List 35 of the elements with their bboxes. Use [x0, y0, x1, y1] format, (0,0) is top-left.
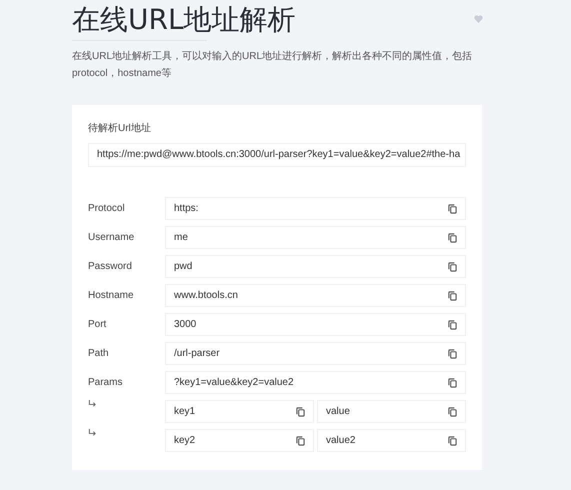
page-title: 在线URL地址解析	[72, 2, 296, 38]
field-label: Password	[88, 261, 133, 272]
value-field[interactable]: value2	[317, 429, 466, 452]
url-input-field[interactable]: https://me:pwd@www.btools.cn:3000/url-parser?key1=value&key2=value2#the-ha	[88, 143, 466, 167]
key-field[interactable]: key1	[165, 400, 314, 423]
value-field[interactable]: https:	[165, 197, 466, 220]
value-field[interactable]: /url-parser	[165, 342, 466, 365]
value-field[interactable]: www.btools.cn	[165, 284, 466, 307]
value-field[interactable]: 3000	[165, 313, 466, 336]
copy-icon[interactable]	[448, 348, 457, 358]
value-field[interactable]: pwd	[165, 255, 466, 278]
field-label: Username	[88, 232, 136, 243]
copy-icon[interactable]	[296, 436, 305, 446]
copy-icon[interactable]	[448, 436, 457, 446]
value-field[interactable]: me	[165, 226, 466, 249]
sub-arrow-icon	[88, 400, 97, 408]
field-label: Port	[88, 319, 108, 330]
key-field[interactable]: key2	[165, 429, 314, 452]
copy-icon[interactable]	[296, 406, 305, 416]
field-label: Path	[88, 348, 110, 359]
field-label: Params	[88, 377, 124, 388]
field-label: Hostname	[88, 290, 135, 301]
value-field[interactable]: ?key1=value&key2=value2	[165, 371, 466, 394]
value-field[interactable]: value	[317, 400, 466, 423]
copy-icon[interactable]	[448, 406, 457, 416]
field-label: Protocol	[88, 203, 126, 214]
copy-icon[interactable]	[448, 262, 457, 272]
field-label: 待解析Url地址	[88, 122, 152, 135]
copy-icon[interactable]	[448, 232, 457, 242]
copy-icon[interactable]	[448, 320, 457, 330]
description: 在线URL地址解析工具，可以对输入的URL地址进行解析，解析出各种不同的属性值，包括protocol，hostname等	[72, 50, 474, 81]
copy-icon[interactable]	[448, 204, 457, 214]
sub-arrow-icon	[88, 429, 97, 437]
copy-icon[interactable]	[448, 378, 457, 388]
copy-icon[interactable]	[448, 290, 457, 300]
